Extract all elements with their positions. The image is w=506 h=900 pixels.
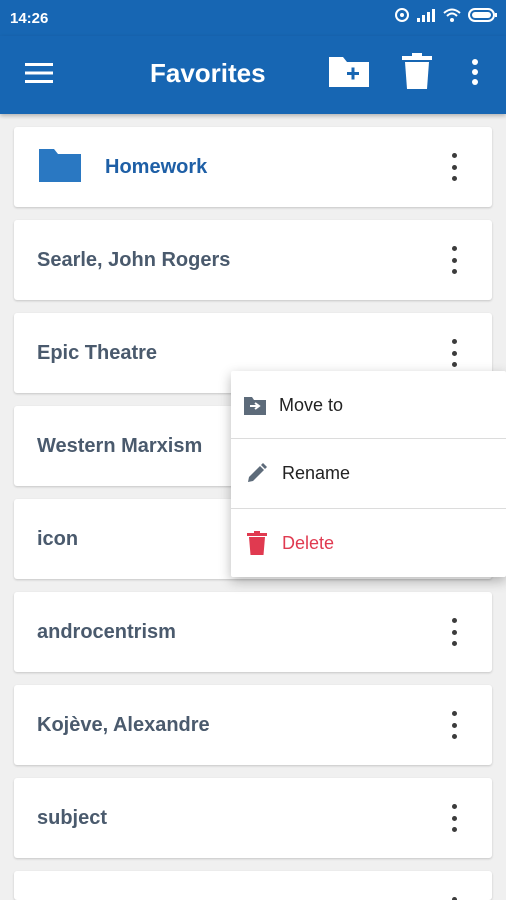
list-item[interactable]: Kojève, Alexandre [14, 685, 492, 765]
new-folder-button[interactable] [324, 50, 374, 96]
move-to-label: Move to [279, 395, 344, 415]
list-item[interactable]: Searle, John Rogers [14, 220, 492, 300]
hamburger-menu-icon [25, 62, 53, 89]
delete-trash-icon [247, 531, 267, 560]
trash-icon [402, 52, 432, 94]
rename-label: Rename [282, 463, 351, 483]
list-item[interactable]: androcentrism [14, 592, 492, 672]
rename-menu-item[interactable]: Rename [231, 439, 506, 507]
more-vert-icon [472, 58, 478, 90]
status-time: 14:26 [10, 10, 49, 27]
item-more-button[interactable] [442, 711, 466, 739]
list-item-label: Homework [105, 156, 208, 178]
context-menu: Move to Rename Delete [231, 371, 506, 577]
create-folder-icon [327, 53, 371, 94]
item-more-button[interactable] [442, 618, 466, 646]
item-more-button[interactable] [442, 153, 466, 181]
menu-button[interactable] [18, 54, 60, 96]
signal-icon [416, 7, 436, 28]
overflow-menu-button[interactable] [460, 52, 490, 96]
item-more-button[interactable] [442, 246, 466, 274]
status-icons [394, 7, 498, 28]
alarm-icon [394, 7, 410, 28]
page-title: Favorites [150, 58, 266, 88]
app-bar: Favorites [0, 36, 506, 114]
move-to-menu-item[interactable]: Move to [231, 371, 506, 439]
status-bar: 14:26 [0, 0, 506, 36]
list-item-label: Western Marxism [37, 435, 203, 457]
folder-icon [38, 147, 82, 188]
list-item-folder[interactable]: Homework [14, 127, 492, 207]
delete-menu-item[interactable]: Delete [231, 509, 506, 577]
pencil-icon [247, 463, 267, 488]
item-more-button[interactable] [442, 804, 466, 832]
list-item-label: Kojève, Alexandre [37, 714, 210, 736]
delete-all-button[interactable] [396, 48, 438, 98]
list-item-label: Epic Theatre [37, 342, 158, 364]
list-item-label: icon [37, 528, 79, 550]
list-item-label: Searle, John Rogers [37, 249, 231, 271]
move-to-folder-icon [244, 395, 266, 420]
battery-icon [468, 7, 498, 28]
list-item[interactable]: subject [14, 778, 492, 858]
list-item-label: androcentrism [37, 621, 176, 643]
wifi-icon [442, 7, 462, 28]
list-item-label: subject [37, 807, 108, 829]
item-more-button[interactable] [442, 339, 466, 367]
delete-label: Delete [282, 533, 335, 553]
list-item-partial[interactable] [14, 871, 492, 900]
